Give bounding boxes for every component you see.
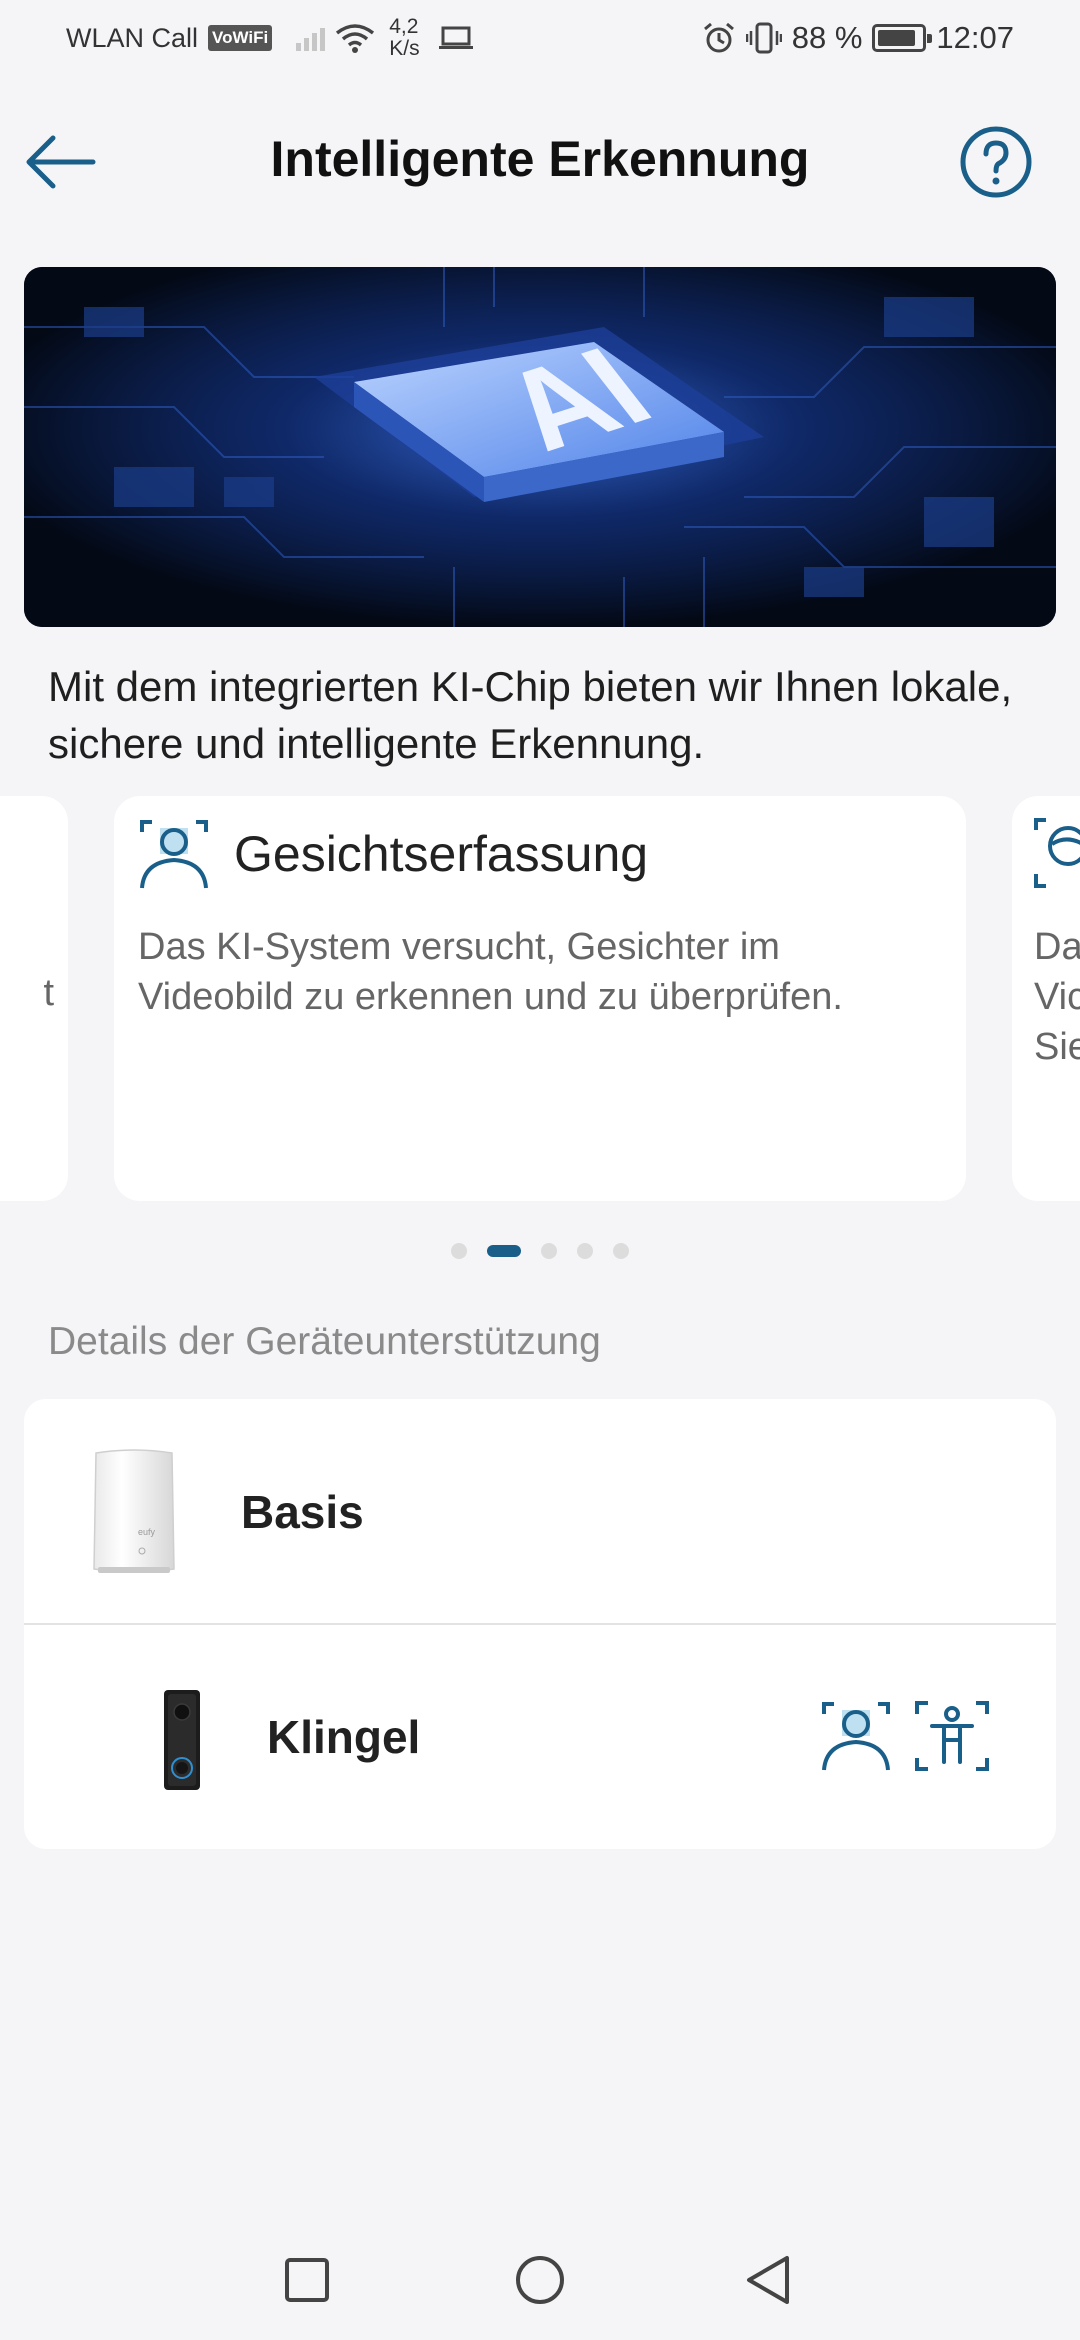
header: Intelligente Erkennung [0,100,1080,220]
face-detection-icon [822,1702,890,1771]
device-name: Basis [241,1486,364,1538]
battery-fill [878,30,916,46]
laptop-icon [438,26,473,49]
feature-carousel[interactable]: t Gesichtserfassung Das KI-System versuc… [0,796,1080,1201]
doorbell-image [164,1690,200,1790]
battery-percent: 88 % [791,20,863,55]
carousel-dot[interactable] [451,1243,467,1259]
human-detection-icon [915,1701,989,1771]
device-name: Klingel [267,1711,421,1763]
speed-value: 4,2 [389,15,419,38]
card-title: Gesichtserfassung [234,826,649,882]
system-nav-bar [0,2220,1080,2340]
triangle-back-icon [747,2256,789,2304]
status-left: WLAN Call VoWiFi 4,2 K/s [66,16,474,60]
device-feature-icons [820,1700,990,1772]
device-row-basis[interactable]: eufy Basis [24,1399,1056,1624]
carousel-dot[interactable] [577,1243,593,1259]
next-fragment-line: Da [1034,926,1080,968]
next-card-icon [1034,818,1080,888]
homebase-image: eufy [93,1449,175,1573]
carousel-card-face-detection[interactable]: Gesichtserfassung Das KI-System versucht… [114,796,966,1201]
face-detection-icon [140,820,208,889]
network-speed: 4,2 K/s [389,16,419,60]
carousel-card-prev[interactable]: t [0,796,68,1201]
battery-icon [872,24,933,52]
help-button[interactable] [958,124,1034,200]
prev-card-fragment: t [43,972,54,1014]
ai-chip-banner: AI [24,267,1056,627]
carousel-dot[interactable] [541,1243,557,1259]
device-list: eufy Basis Klingel [24,1399,1056,1849]
carrier-label: WLAN Call [66,22,199,53]
recent-apps-button[interactable] [272,2245,342,2315]
carousel-card-next[interactable]: Da Vic Sie [1012,796,1080,1201]
home-button[interactable] [505,2245,575,2315]
circle-icon [516,2256,564,2304]
clock: 12:07 [936,20,1014,55]
square-icon [285,2258,329,2302]
card-description: Das KI-System versucht, Gesichter im Vid… [138,926,843,1018]
intro-text: Mit dem integrierten KI-Chip bieten wir … [48,663,1013,767]
device-row-klingel[interactable]: Klingel [24,1624,1056,1849]
speed-unit: K/s [389,37,420,60]
next-card-fragment: Da Vic Sie [1034,922,1080,1072]
next-fragment-line: Vic [1034,976,1080,1018]
ai-chip-illustration: AI [24,267,1056,627]
vibrate-icon [745,22,782,54]
page-title: Intelligente Erkennung [270,131,810,187]
screen: WLAN Call VoWiFi 4,2 K/s 88 % 12:07 Inte… [0,0,1080,2340]
card-title-row: Gesichtserfassung [138,818,648,890]
question-circle-icon [960,126,1032,198]
status-bar: WLAN Call VoWiFi 4,2 K/s 88 % 12:07 [0,0,1080,75]
next-fragment-line: Sie [1034,1026,1080,1068]
status-right: 88 % 12:07 [702,18,1014,58]
carousel-pagination [0,1243,1080,1259]
signal-icon [296,25,326,51]
carousel-dot[interactable] [487,1245,521,1257]
wifi-icon [336,24,375,53]
section-label: Details der Geräteunterstützung [48,1320,601,1363]
carousel-dot[interactable] [613,1243,629,1259]
alarm-icon [703,22,734,53]
svg-text:eufy: eufy [138,1527,156,1537]
vowifi-badge: VoWiFi [208,25,273,51]
back-nav-button[interactable] [733,2245,803,2315]
